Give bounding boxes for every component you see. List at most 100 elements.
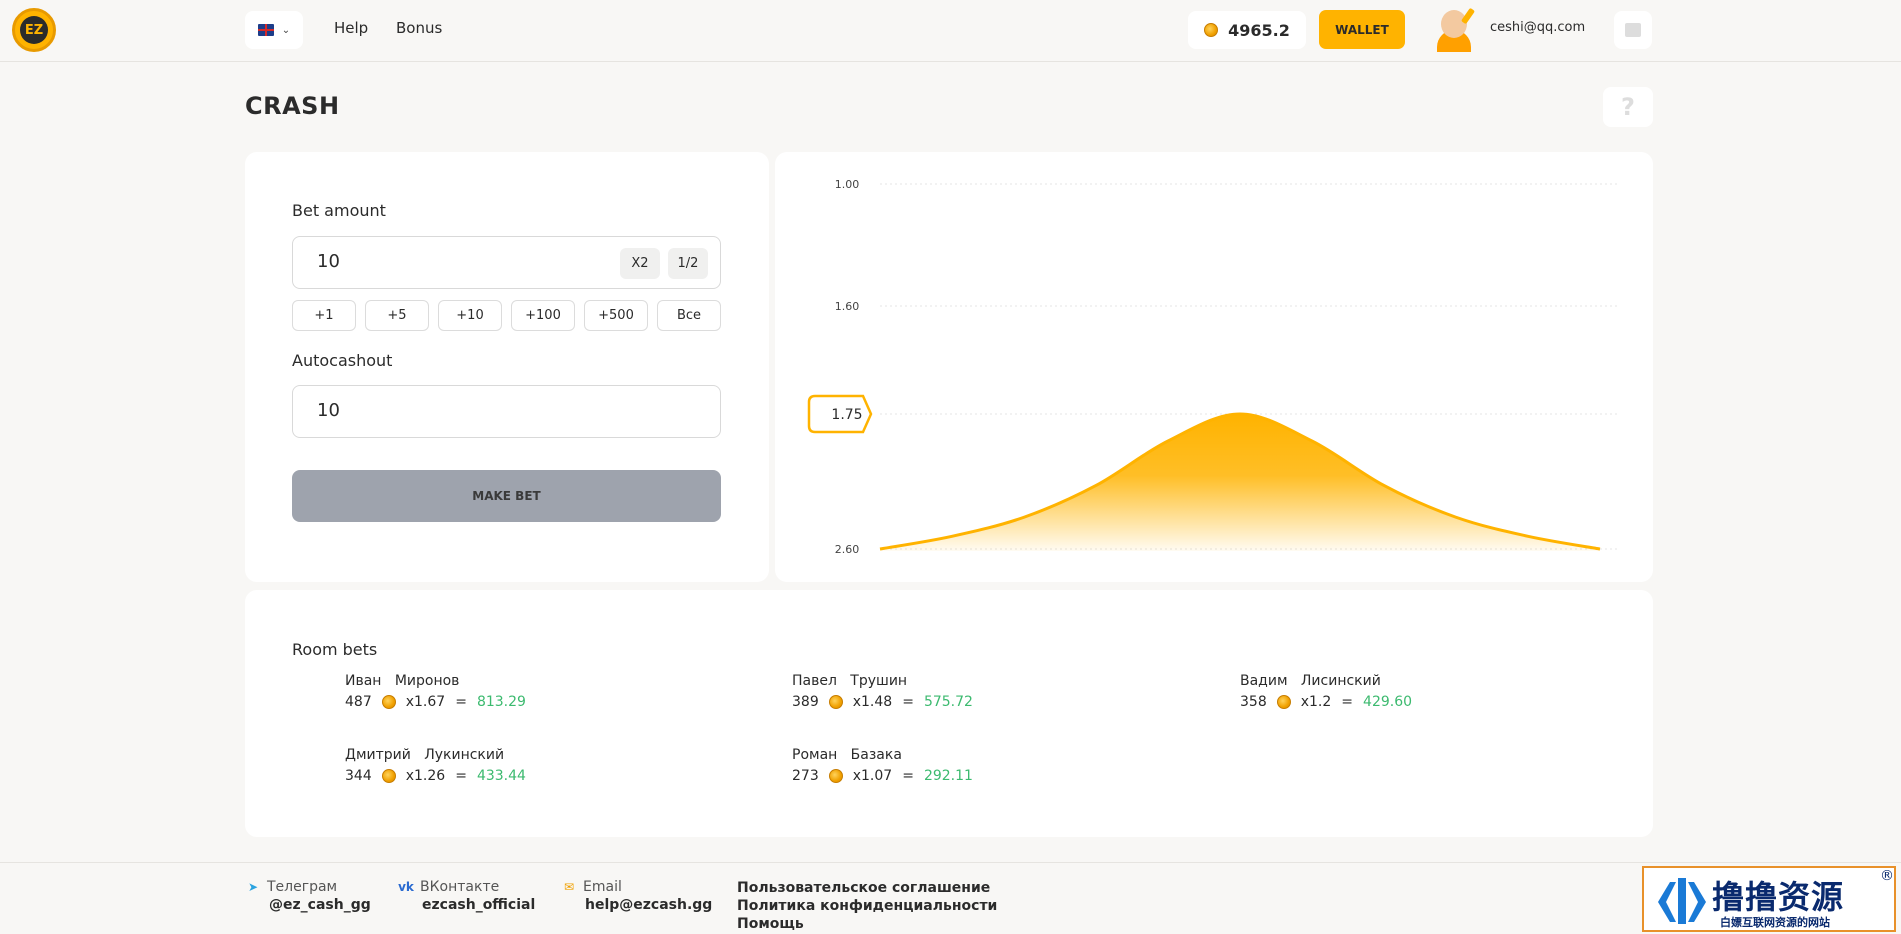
bet-multiplier: x1.67	[405, 694, 446, 710]
quick-add-1-button[interactable]: +1	[292, 300, 356, 331]
autocashout-label: Autocashout	[292, 351, 393, 370]
email-label-row: ✉ Email	[561, 879, 712, 895]
bet-player-name: Иван Миронов	[345, 673, 665, 689]
logout-button[interactable]	[1614, 11, 1652, 49]
telegram-icon: ➤	[247, 880, 259, 894]
bet-equals: =	[902, 694, 914, 710]
bet-multiplier: x1.48	[852, 694, 893, 710]
nav-help[interactable]: Help	[334, 19, 368, 37]
footer-links: Пользовательское соглашение Политика кон…	[737, 879, 997, 933]
logo-mark: EZ	[20, 16, 48, 44]
vk-handle[interactable]: ezcash_official	[398, 897, 535, 913]
vk-icon: vk	[398, 880, 414, 894]
autocashout-field[interactable]	[292, 385, 721, 438]
nav-bonus[interactable]: Bonus	[396, 19, 442, 37]
room-bets-panel: Room bets Иван Миронов 487 x1.67 = 813.2…	[245, 590, 1653, 837]
bet-result: 575.72	[923, 694, 973, 710]
logo[interactable]: EZ	[12, 8, 56, 52]
telegram-label-row: ➤ Телеграм	[245, 879, 371, 895]
current-multiplier-badge: 1.75	[807, 394, 873, 434]
bet-first-name: Роман	[792, 747, 838, 763]
bet-equals: =	[455, 694, 467, 710]
footer-link-privacy[interactable]: Политика конфиденциальности	[737, 897, 997, 915]
footer-telegram[interactable]: ➤ Телеграм @ez_cash_gg	[245, 879, 371, 913]
crash-chart: 1.00 1.60 2.60 1.75	[807, 178, 1620, 556]
footer-link-help[interactable]: Помощь	[737, 915, 997, 933]
bet-result: 429.60	[1363, 694, 1413, 710]
watermark-logo: 撸撸资源 白嫖互联网资源的网站 ®	[1642, 866, 1896, 932]
bet-amount: 273	[792, 768, 819, 784]
footer-vk[interactable]: vk ВКонтакте ezcash_official	[398, 879, 535, 913]
watermark-subtitle: 白嫖互联网资源的网站	[1720, 916, 1830, 929]
room-bet-item: Вадим Лисинский 358 x1.2 = 429.60	[1240, 673, 1560, 717]
help-question-button[interactable]: ?	[1603, 87, 1653, 127]
quick-all-button[interactable]: Все	[657, 300, 721, 331]
balance-display: 4965.2	[1188, 11, 1306, 49]
chart-ticks: 1.00 1.60 2.60	[835, 178, 860, 556]
bet-last-name: Лисинский	[1300, 673, 1381, 689]
room-bet-item: Иван Миронов 487 x1.67 = 813.29	[345, 673, 665, 717]
bet-amount-field[interactable]: X2 1/2	[292, 236, 721, 289]
telegram-handle[interactable]: @ez_cash_gg	[245, 897, 371, 913]
bet-equals: =	[902, 768, 914, 784]
user-email[interactable]: ceshi@qq.com	[1490, 20, 1585, 35]
half-button[interactable]: 1/2	[668, 248, 708, 279]
language-selector[interactable]: ⌄	[245, 11, 303, 49]
coin-icon	[828, 695, 843, 709]
bet-amount: 358	[1240, 694, 1267, 710]
question-icon: ?	[1621, 93, 1635, 121]
make-bet-button[interactable]: MAKE BET	[292, 470, 721, 522]
footer-email[interactable]: ✉ Email help@ezcash.gg	[561, 879, 712, 913]
bet-amount: 487	[345, 694, 372, 710]
balance-value: 4965.2	[1228, 20, 1290, 40]
room-bets-title: Room bets	[292, 640, 378, 659]
chart-area	[880, 414, 1600, 551]
wallet-button[interactable]: WALLET	[1319, 10, 1405, 49]
telegram-label: Телеграм	[267, 879, 338, 895]
bet-result: 292.11	[923, 768, 973, 784]
quick-add-500-button[interactable]: +500	[584, 300, 648, 331]
bet-multiplier: x1.26	[405, 768, 446, 784]
bet-first-name: Вадим	[1240, 673, 1288, 689]
footer: ➤ Телеграм @ez_cash_gg vk ВКонтакте ezca…	[0, 862, 1901, 934]
bet-result: 813.29	[476, 694, 526, 710]
page-title: CRASH	[245, 92, 340, 120]
bet-equals: =	[1341, 694, 1354, 710]
avatar[interactable]	[1437, 7, 1476, 52]
avatar-head	[1441, 10, 1467, 38]
vk-label-row: vk ВКонтакте	[398, 879, 535, 895]
watermark-mark-icon	[1658, 878, 1706, 924]
bet-amount: 389	[792, 694, 819, 710]
avatar-pencil	[1460, 7, 1476, 25]
bet-last-name: Миронов	[394, 673, 460, 689]
top-header: EZ ⌄ Help Bonus 4965.2 WALLET ceshi@qq.c…	[0, 0, 1901, 62]
bet-multiplier: x1.07	[852, 768, 893, 784]
bet-equals: =	[455, 768, 467, 784]
bet-first-name: Дмитрий	[345, 747, 411, 763]
email-label: Email	[583, 879, 622, 895]
bet-first-name: Иван	[345, 673, 382, 689]
autocashout-input[interactable]	[317, 400, 517, 421]
watermark-registered: ®	[1880, 868, 1894, 884]
bet-multiplier: x1.2	[1300, 694, 1332, 710]
coin-icon	[1204, 23, 1219, 37]
coin-icon	[381, 695, 396, 709]
bet-calculation: 389 x1.48 = 575.72	[792, 694, 1112, 710]
y-tick-label: 1.60	[835, 300, 860, 313]
bet-last-name: Лукинский	[424, 747, 505, 763]
logout-icon	[1625, 23, 1641, 37]
quick-add-5-button[interactable]: +5	[365, 300, 429, 331]
quick-add-10-button[interactable]: +10	[438, 300, 502, 331]
y-tick-label: 1.00	[835, 178, 860, 191]
coin-icon	[828, 769, 843, 783]
bet-panel: Bet amount X2 1/2 +1 +5 +10 +100 +500 Вс…	[245, 152, 769, 582]
email-address[interactable]: help@ezcash.gg	[561, 897, 712, 913]
coin-icon	[381, 769, 396, 783]
y-tick-label: 2.60	[835, 543, 860, 556]
quick-add-100-button[interactable]: +100	[511, 300, 575, 331]
bet-amount-input[interactable]	[317, 251, 517, 272]
x2-button[interactable]: X2	[620, 248, 660, 279]
crash-chart-panel: 1.00 1.60 2.60 1.75	[775, 152, 1653, 582]
footer-link-agreement[interactable]: Пользовательское соглашение	[737, 879, 997, 897]
bet-last-name: Базака	[850, 747, 902, 763]
